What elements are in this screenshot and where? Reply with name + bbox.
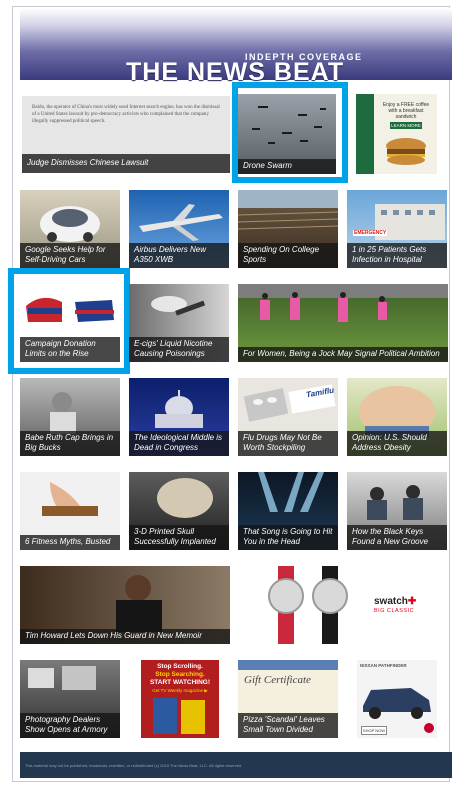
story-caption: 6 Fitness Myths, Busted [20, 534, 120, 550]
story-tile-pizza-scandal[interactable]: Gift Certificate Pizza 'Scandal' Leaves … [238, 660, 338, 738]
story-caption: How the Black Keys Found a New Groove [347, 525, 447, 550]
story-caption: That Song is Going to Hit You in the Hea… [238, 525, 338, 550]
gift-certificate-title: Gift Certificate [244, 674, 311, 686]
story-tile-babe-ruth[interactable]: Babe Ruth Cap Brings in Big Bucks [20, 378, 120, 456]
story-tile-google-cars[interactable]: Google Seeks Help for Self-Driving Cars [20, 190, 120, 268]
story-caption: Judge Dismisses Chinese Lawsuit [22, 153, 230, 173]
story-excerpt: Baidu, the operator of China's most wide… [32, 105, 220, 124]
story-tile-hospital[interactable]: EMERGENCY 1 in 25 Patients Gets Infectio… [347, 190, 447, 268]
story-tile-song[interactable]: That Song is Going to Hit You in the Hea… [238, 472, 338, 550]
story-tile-tim-howard[interactable]: Tim Howard Lets Down His Guard in New Me… [20, 566, 230, 644]
story-tile-ecigs[interactable]: E-cigs' Liquid Nicotine Causing Poisonin… [129, 284, 229, 362]
story-tile-3d-skull[interactable]: 3-D Printed Skull Successfully Implanted [129, 472, 229, 550]
story-tile-photography-show[interactable]: Photography Dealers Show Opens at Armory [20, 660, 120, 738]
ad-nissan[interactable]: NISSAN PATHFINDER SHOP NOW [357, 660, 437, 738]
story-caption: For Women, Being a Jock May Signal Polit… [238, 346, 448, 362]
masthead[interactable]: INDEPTH COVERAGE THE NEWS BEAT [20, 8, 452, 86]
ad-breakfast-sandwich[interactable]: Enjoy a FREE coffee with a breakfast san… [356, 94, 437, 174]
story-caption: 3-D Printed Skull Successfully Implanted [129, 525, 229, 550]
ad-swatch[interactable]: swatch✚ BIG CLASSIC [238, 566, 448, 644]
swatch-logo: swatch✚ [374, 596, 417, 607]
story-caption: Pizza 'Scandal' Leaves Small Town Divide… [238, 713, 338, 738]
footer: This material may not be published, broa… [20, 752, 452, 778]
story-caption: Babe Ruth Cap Brings in Big Bucks [20, 431, 120, 456]
story-tile-women-jocks[interactable]: For Women, Being a Jock May Signal Polit… [238, 284, 448, 362]
story-tile-fitness-myths[interactable]: 6 Fitness Myths, Busted [20, 472, 120, 550]
copyright-text: This material may not be published, broa… [25, 763, 243, 768]
story-tile-obesity[interactable]: Opinion: U.S. Should Address Obesity [347, 378, 447, 456]
burger-image [386, 138, 426, 165]
story-caption: The Ideological Middle is Dead in Congre… [129, 431, 229, 456]
ad-stop-scrolling[interactable]: Stop Scrolling. Stop Searching. START WA… [141, 660, 219, 738]
story-caption: Flu Drugs May Not Be Worth Stockpiling [238, 431, 338, 456]
magazine-covers-image [153, 698, 205, 734]
story-caption: Spending On College Sports [238, 243, 338, 268]
story-caption: Airbus Delivers New A350 XWB [129, 243, 229, 268]
story-tile-black-keys[interactable]: How the Black Keys Found a New Groove [347, 472, 447, 550]
story-tile-airbus[interactable]: Airbus Delivers New A350 XWB [129, 190, 229, 268]
story-tile-baidu-lawsuit[interactable]: Baidu, the operator of China's most wide… [22, 96, 230, 173]
story-caption: Tim Howard Lets Down His Guard in New Me… [20, 628, 230, 644]
shop-now-button[interactable]: SHOP NOW [361, 726, 387, 735]
story-caption: Google Seeks Help for Self-Driving Cars [20, 243, 120, 268]
emergency-sign: EMERGENCY [353, 230, 388, 236]
story-caption: E-cigs' Liquid Nicotine Causing Poisonin… [129, 337, 229, 362]
highlight-frame [8, 268, 130, 374]
watches-image [268, 566, 348, 644]
highlight-frame [232, 82, 348, 183]
story-tile-college-sports[interactable]: Spending On College Sports [238, 190, 338, 268]
story-caption: Photography Dealers Show Opens at Armory [20, 713, 120, 738]
story-tile-ideological-middle[interactable]: The Ideological Middle is Dead in Congre… [129, 378, 229, 456]
gift-band [238, 660, 338, 670]
story-tile-flu-drugs[interactable]: Tamiflu Flu Drugs May Not Be Worth Stock… [238, 378, 338, 456]
swatch-subtitle: BIG CLASSIC [374, 608, 415, 614]
story-caption: 1 in 25 Patients Gets Infection in Hospi… [347, 243, 447, 268]
story-caption: Opinion: U.S. Should Address Obesity [347, 431, 447, 456]
